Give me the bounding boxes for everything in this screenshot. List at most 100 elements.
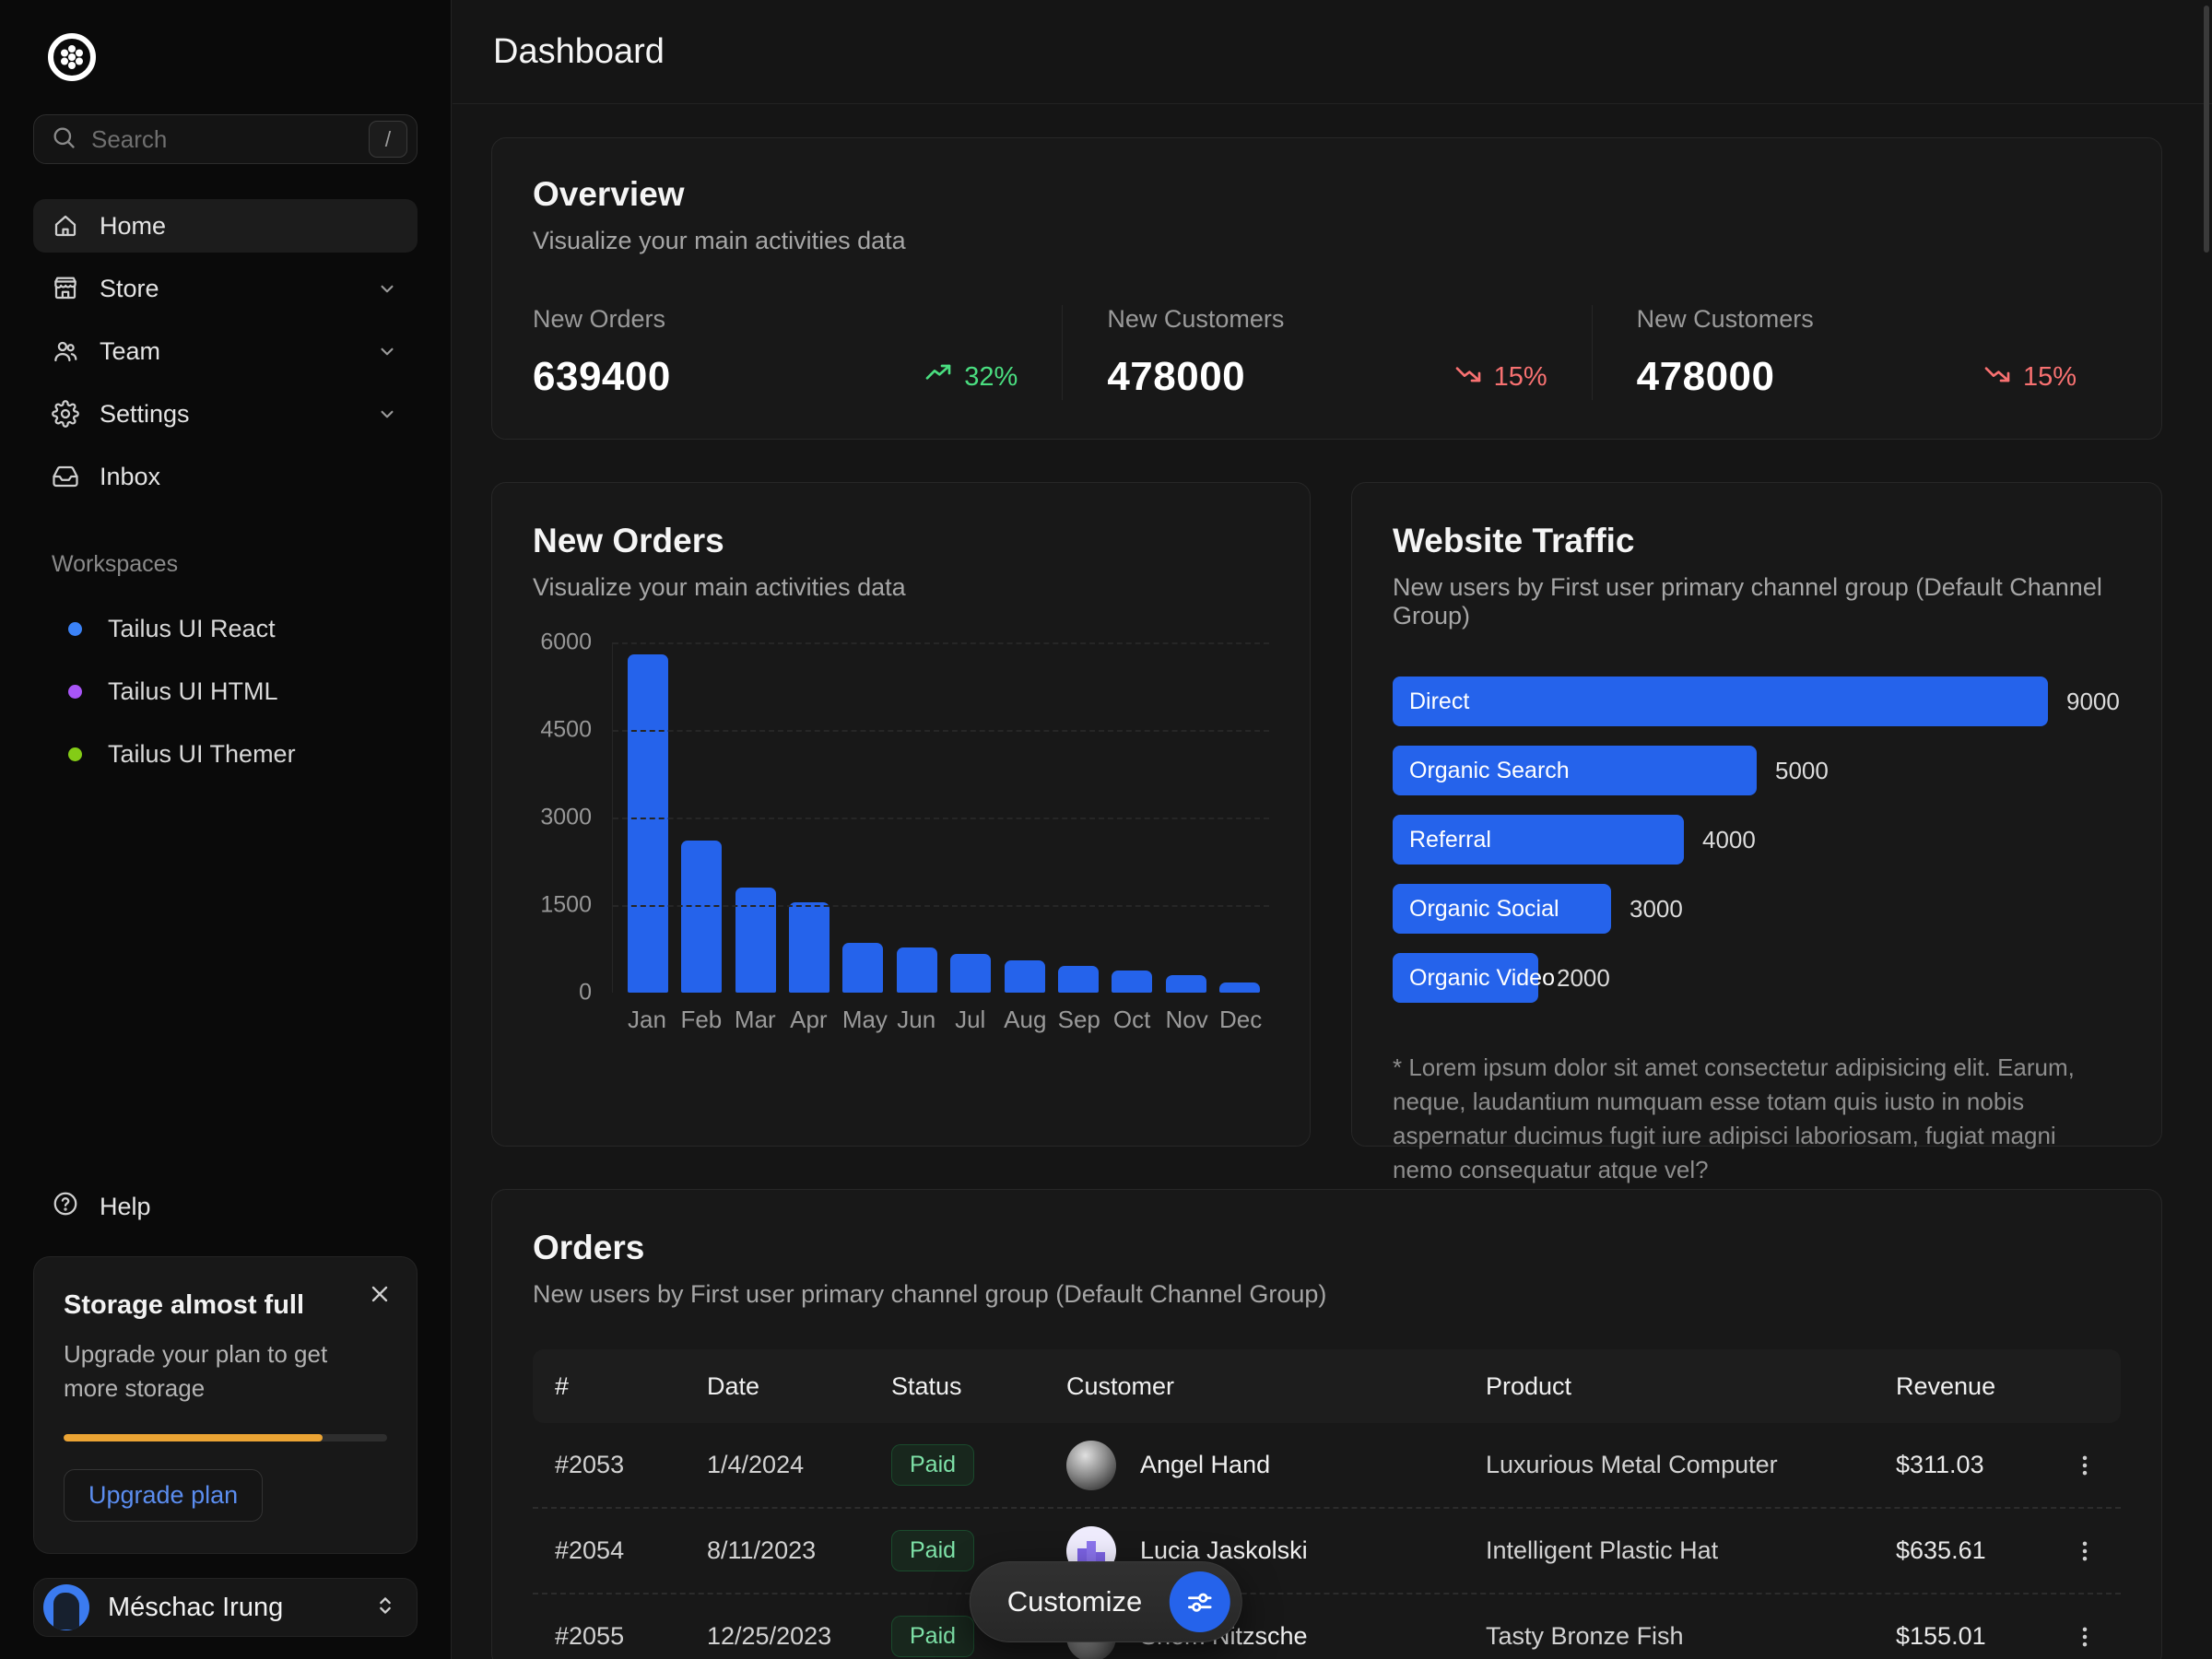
help-button[interactable]: Help (33, 1182, 418, 1232)
trending-up-icon (924, 359, 953, 395)
chart-bar[interactable] (1112, 971, 1152, 993)
search-input[interactable] (89, 124, 356, 155)
chart-bar[interactable] (789, 902, 830, 993)
team-icon (52, 337, 79, 365)
home-icon (52, 212, 79, 240)
main-area: Dashboard Overview Visualize your main a… (453, 0, 2212, 1659)
help-label: Help (100, 1193, 151, 1221)
chevron-down-icon (375, 276, 399, 300)
workspace-item-tailus-ui-themer[interactable]: Tailus UI Themer (33, 729, 418, 779)
sidebar-item-team[interactable]: Team (33, 324, 418, 378)
order-id: #2054 (555, 1536, 707, 1565)
row-menu-icon[interactable] (2034, 1537, 2099, 1565)
workspace-item-tailus-ui-html[interactable]: Tailus UI HTML (33, 666, 418, 716)
scrollbar-thumb[interactable] (2204, 6, 2209, 253)
stat-label: New Orders (533, 305, 1018, 334)
workspace-label: Tailus UI Themer (108, 740, 296, 769)
row-menu-icon[interactable] (2034, 1623, 2099, 1651)
x-tick-label: Jul (950, 1006, 991, 1034)
search-shortcut-key: / (369, 121, 407, 158)
user-menu[interactable]: Méschac Irung (33, 1578, 418, 1637)
sidebar-item-settings[interactable]: Settings (33, 387, 418, 441)
col-id: # (555, 1372, 707, 1401)
customize-button[interactable]: Customize (970, 1561, 1242, 1642)
traffic-bar[interactable]: Organic Video (1393, 953, 1538, 1003)
overview-subtitle: Visualize your main activities data (533, 227, 2121, 255)
workspace-dot-blue (68, 622, 82, 636)
sidebar-item-home[interactable]: Home (33, 199, 418, 253)
new-orders-chart-title: New Orders (533, 522, 1269, 560)
table-row[interactable]: #2053 1/4/2024 Paid Angel Hand Luxurious… (533, 1423, 2121, 1507)
customer-name: Angel Hand (1140, 1451, 1270, 1479)
chart-bar[interactable] (1219, 982, 1260, 993)
top-bar: Dashboard (453, 0, 2212, 104)
chart-bar[interactable] (842, 943, 883, 993)
y-tick-label: 3000 (540, 805, 592, 831)
workspace-dot-purple (68, 685, 82, 699)
col-date: Date (707, 1372, 891, 1401)
traffic-bar[interactable]: Referral (1393, 815, 1684, 865)
traffic-bar[interactable]: Organic Social (1393, 884, 1611, 934)
stat-new-orders: New Orders 639400 32% (533, 305, 1062, 400)
x-tick-label: Dec (1219, 1006, 1260, 1034)
status-badge: Paid (891, 1530, 974, 1571)
chart-bar[interactable] (897, 947, 937, 993)
x-tick-label: Nov (1166, 1006, 1206, 1034)
x-tick-label: Aug (1004, 1006, 1044, 1034)
chart-bar[interactable] (735, 888, 776, 993)
workspace-item-tailus-ui-react[interactable]: Tailus UI React (33, 604, 418, 653)
sidebar-item-label: Home (100, 212, 166, 241)
traffic-bars: Direct 9000 Organic Search 5000 Referral 4000… (1393, 677, 2121, 1003)
traffic-bar-value: 9000 (2066, 688, 2120, 716)
workspace-dot-green (68, 747, 82, 761)
stat-value: 478000 (1637, 354, 1775, 400)
close-icon[interactable] (367, 1281, 393, 1307)
chart-bar[interactable] (1058, 966, 1099, 993)
traffic-bar[interactable]: Direct (1393, 677, 2048, 726)
table-row[interactable]: #2055 12/25/2023 Paid Shem Nitzsche Tast… (533, 1593, 2121, 1659)
traffic-bar-value: 3000 (1630, 895, 1683, 924)
table-header: # Date Status Customer Product Revenue (533, 1349, 2121, 1423)
traffic-footnote: * Lorem ipsum dolor sit amet consectetur… (1393, 1051, 2121, 1187)
x-axis: JanFebMarAprMayJunJulAugSepOctNovDec (612, 993, 1269, 1034)
sidebar-nav: Home Store Team (33, 199, 418, 503)
upgrade-plan-button[interactable]: Upgrade plan (64, 1469, 263, 1522)
revenue-value: $311.03 (1896, 1451, 2034, 1479)
app-logo-icon[interactable] (46, 31, 98, 83)
trending-down-icon (1453, 359, 1483, 395)
search-box: / (33, 114, 418, 164)
sidebar-item-inbox[interactable]: Inbox (33, 450, 418, 503)
store-icon (52, 275, 79, 302)
stat-label: New Customers (1107, 305, 1547, 334)
traffic-bar-value: 5000 (1775, 757, 1829, 785)
sidebar-item-label: Settings (100, 400, 190, 429)
sliders-icon (1170, 1571, 1230, 1632)
traffic-bar-value: 4000 (1702, 826, 1756, 854)
table-row[interactable]: #2054 8/11/2023 Paid Lucia Jaskolski Int… (533, 1507, 2121, 1593)
sidebar-item-store[interactable]: Store (33, 262, 418, 315)
workspaces-list: Tailus UI React Tailus UI HTML Tailus UI… (33, 604, 418, 779)
traffic-bar[interactable]: Organic Search (1393, 746, 1757, 795)
stat-new-customers-2: New Customers 478000 15% (1592, 305, 2121, 400)
trending-down-icon (1983, 359, 2012, 395)
chart-bar[interactable] (628, 654, 668, 993)
chart-bar[interactable] (1166, 975, 1206, 993)
col-revenue: Revenue (1896, 1372, 2034, 1401)
orders-subtitle: New users by First user primary channel … (533, 1280, 2121, 1309)
gridline (613, 905, 1269, 907)
help-icon (52, 1190, 79, 1224)
storage-alert-description: Upgrade your plan to get more storage (64, 1337, 377, 1406)
row-menu-icon[interactable] (2034, 1452, 2099, 1479)
product-name: Intelligent Plastic Hat (1486, 1536, 1896, 1565)
website-traffic-title: Website Traffic (1393, 522, 2121, 560)
chart-bar[interactable] (950, 954, 991, 993)
gridline (613, 730, 1269, 732)
order-date: 8/11/2023 (707, 1536, 891, 1565)
status-badge: Paid (891, 1444, 974, 1486)
chart-bar[interactable] (1005, 960, 1045, 993)
x-tick-label: May (842, 1006, 883, 1034)
chart-bar[interactable] (681, 841, 722, 993)
stat-value: 639400 (533, 354, 671, 400)
y-tick-label: 0 (579, 980, 592, 1006)
col-product: Product (1486, 1372, 1896, 1401)
